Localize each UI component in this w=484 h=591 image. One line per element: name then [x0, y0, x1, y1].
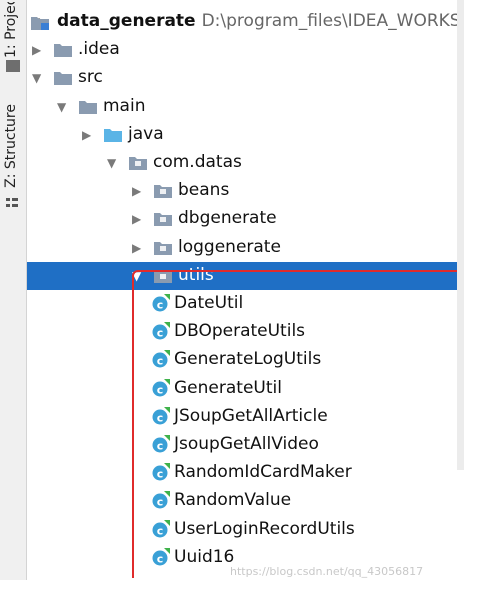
- module-path: D:\program_files\IDEA_WORKS: [201, 11, 457, 31]
- chevron-right-icon[interactable]: ▶: [132, 212, 141, 226]
- java-class-icon: c: [152, 519, 170, 538]
- java-class-icon: c: [152, 294, 170, 312]
- svg-text:c: c: [157, 496, 164, 509]
- source-folder-icon: [104, 128, 122, 142]
- java-class-icon: c: [152, 406, 170, 425]
- class-node[interactable]: c DateUtil: [27, 290, 457, 318]
- tree-node-label: UserLoginRecordUtils: [174, 518, 355, 539]
- tree-node-label: RandomIdCardMaker: [174, 462, 352, 483]
- chevron-right-icon[interactable]: ▶: [132, 184, 141, 198]
- java-class-icon: c: [152, 463, 170, 481]
- java-class-icon: c: [152, 547, 170, 566]
- class-node[interactable]: c UserLoginRecordUtils: [27, 516, 457, 544]
- class-node[interactable]: c RandomValue: [27, 487, 457, 515]
- tree-node-label: DBOperateUtils: [174, 321, 306, 342]
- folder-icon: [54, 72, 72, 86]
- project-tree: ▼ data_generateD:\program_files\IDEA_WOR…: [27, 8, 457, 578]
- tree-node-label: JsoupGetAllVideo: [174, 434, 319, 454]
- svg-text:c: c: [157, 552, 164, 565]
- package-icon: [154, 241, 172, 255]
- chevron-right-icon[interactable]: ▶: [32, 43, 41, 57]
- tree-node-label: JSoupGetAllArticle: [174, 405, 328, 426]
- folder-icon: [79, 100, 97, 114]
- chevron-right-icon[interactable]: ▶: [132, 241, 141, 255]
- svg-text:c: c: [157, 411, 164, 424]
- tree-node-label: src: [78, 67, 103, 88]
- class-node[interactable]: c GenerateLogUtils: [27, 346, 457, 374]
- class-node[interactable]: c RandomIdCardMaker: [27, 459, 457, 487]
- tree-node-loggenerate[interactable]: ▶ loggenerate: [27, 234, 457, 262]
- svg-text:c: c: [157, 299, 164, 312]
- tree-node-main[interactable]: ▼ main: [27, 93, 457, 121]
- tree-node-label: RandomValue: [174, 490, 292, 511]
- package-icon: [129, 157, 147, 170]
- tree-node-label: beans: [178, 180, 230, 201]
- tree-node-label: Uuid16: [174, 546, 235, 567]
- structure-tool-tab[interactable]: Z: Structure: [3, 104, 19, 188]
- java-class-icon: c: [152, 378, 170, 397]
- tree-node-src[interactable]: ▼ src: [27, 64, 457, 92]
- tree-node-label: DateUtil: [174, 293, 244, 313]
- chevron-down-icon[interactable]: ▼: [132, 269, 141, 283]
- chevron-right-icon[interactable]: ▶: [82, 128, 91, 142]
- chevron-down-icon[interactable]: ▼: [57, 100, 66, 114]
- java-class-icon: c: [152, 350, 170, 368]
- package-icon: [154, 185, 172, 199]
- svg-text:c: c: [157, 440, 164, 453]
- package-icon: [154, 213, 172, 227]
- tool-window-stripe: 1: Project Z: Structure: [0, 0, 27, 580]
- tree-node-com-datas[interactable]: ▼ com.datas: [27, 149, 457, 177]
- tree-node-label: .idea: [78, 39, 120, 60]
- class-node[interactable]: c DBOperateUtils: [27, 318, 457, 346]
- tree-node-label: dbgenerate: [178, 208, 277, 229]
- tree-root-label: data_generate D:\program_files\IDEA_WORKS: [57, 10, 457, 32]
- module-name: data_generate: [57, 11, 196, 31]
- structure-icon: [6, 198, 18, 208]
- project-tool-tab[interactable]: 1: Project: [3, 2, 19, 58]
- java-class-icon: c: [152, 491, 170, 509]
- class-node[interactable]: c GenerateUtil: [27, 375, 457, 403]
- tree-node-label: main: [103, 95, 146, 116]
- svg-text:c: c: [157, 524, 164, 537]
- chevron-down-icon[interactable]: ▼: [32, 71, 41, 85]
- tree-scrollbar[interactable]: [457, 0, 464, 470]
- svg-text:c: c: [157, 355, 164, 368]
- tree-node-label: GenerateUtil: [174, 377, 282, 398]
- chevron-down-icon[interactable]: ▼: [107, 156, 116, 170]
- tree-node-label: com.datas: [153, 152, 242, 172]
- tree-root-row[interactable]: ▼ data_generateD:\program_files\IDEA_WOR…: [27, 8, 457, 36]
- java-class-icon: c: [152, 322, 170, 340]
- package-icon: [154, 269, 172, 283]
- tree-node-label: GenerateLogUtils: [174, 349, 322, 370]
- java-class-icon: c: [152, 435, 170, 453]
- tree-node-utils[interactable]: ▼ utils: [27, 261, 457, 290]
- watermark: https://blog.csdn.net/qq_43056817: [230, 565, 424, 578]
- folder-icon: [54, 44, 72, 58]
- class-node[interactable]: c JSoupGetAllArticle: [27, 403, 457, 431]
- project-folder-icon: [6, 60, 20, 72]
- tree-node-dbgenerate[interactable]: ▶ dbgenerate: [27, 205, 457, 233]
- tree-node-label: java: [128, 123, 164, 144]
- tree-node--idea[interactable]: ▶ .idea: [27, 36, 457, 64]
- tree-node-label: loggenerate: [178, 236, 281, 257]
- module-folder-icon: [31, 17, 49, 30]
- svg-text:c: c: [157, 468, 164, 481]
- tree-node-label: utils: [178, 264, 214, 285]
- svg-text:c: c: [157, 327, 164, 340]
- svg-text:c: c: [157, 383, 164, 396]
- class-node[interactable]: c JsoupGetAllVideo: [27, 431, 457, 459]
- tree-node-beans[interactable]: ▶ beans: [27, 177, 457, 205]
- tree-node-java[interactable]: ▶ java: [27, 121, 457, 149]
